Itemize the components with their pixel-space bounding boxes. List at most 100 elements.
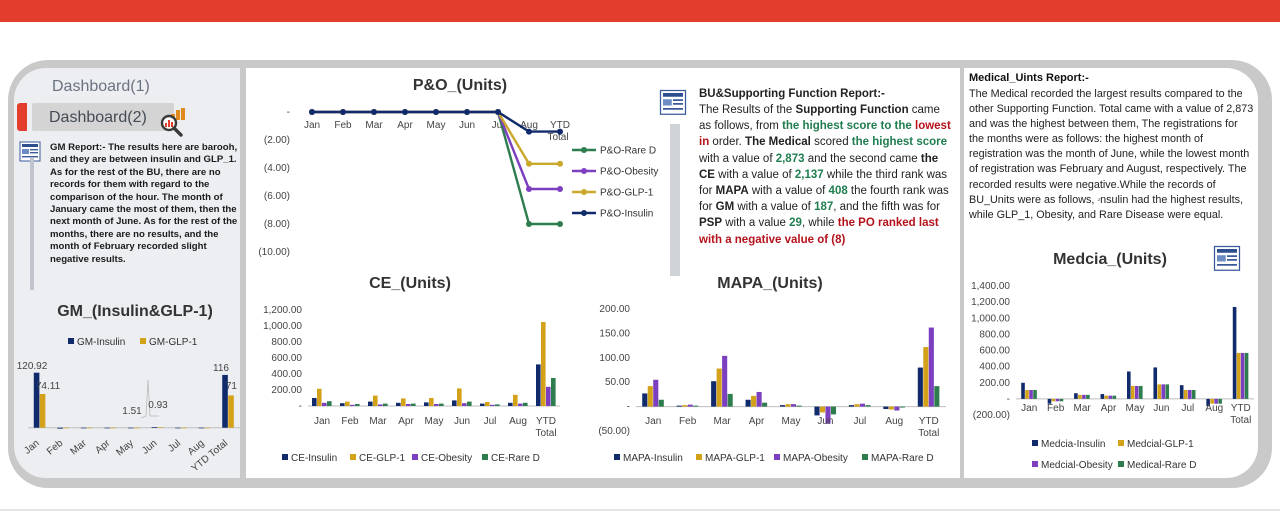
x-tick-label: Jan <box>304 120 320 131</box>
series-point <box>340 109 346 115</box>
x-tick-label: May <box>114 438 136 459</box>
x-tick-label: Aug <box>509 416 527 427</box>
bar <box>401 398 406 406</box>
bar <box>1236 352 1241 399</box>
annotation-leader <box>140 379 159 419</box>
x-tick-label: Mar <box>713 416 731 427</box>
bar <box>762 402 768 407</box>
po-line-chart: - (2.00) (4.00) (6.00) (8.00) (10.00) Jan Feb Ma… <box>258 107 658 258</box>
data-label: 116 <box>213 363 229 374</box>
legend-label: Medical-Rare D <box>1127 460 1196 471</box>
bar <box>452 400 457 406</box>
bar <box>457 388 462 406</box>
legend-swatch <box>614 454 620 460</box>
y-tick-label: 50.00 <box>605 377 630 388</box>
bar <box>1183 390 1188 399</box>
x-tick-label: Total <box>535 428 556 439</box>
y-tick-label: 600.00 <box>979 346 1010 357</box>
x-tick-label: Jun <box>454 416 470 427</box>
bar <box>383 403 388 406</box>
nav-dashboard-2[interactable]: Dashboard(2) <box>49 109 147 127</box>
y-tick-label: (10.00) <box>258 247 290 258</box>
bar <box>181 427 187 429</box>
legend-label: MAPA-Insulin <box>623 453 683 464</box>
top-banner <box>0 0 1280 22</box>
bar <box>1187 390 1192 399</box>
bar <box>373 395 378 406</box>
x-tick-label: YTD <box>919 416 939 427</box>
bar <box>86 427 93 429</box>
legend-swatch <box>774 454 780 460</box>
bar <box>322 402 327 406</box>
bar <box>327 401 332 406</box>
bar <box>396 402 401 406</box>
bar <box>653 379 659 407</box>
x-tick-label: Apr <box>1101 403 1117 414</box>
gm-report-text: GM Report:- The results here are barooh,… <box>50 142 238 265</box>
y-tick-label: 200.00 <box>271 385 302 396</box>
bar <box>899 406 905 408</box>
bar <box>411 403 416 406</box>
y-tick-label: 1,000.00 <box>971 313 1010 324</box>
bar <box>485 402 490 406</box>
series-point <box>557 186 563 192</box>
mapa-chart-title: MAPA_(Units) <box>717 275 823 292</box>
bar <box>923 347 929 407</box>
x-tick-label: Mar <box>369 416 387 427</box>
bar <box>682 405 688 407</box>
bar <box>434 404 439 406</box>
y-tick-label: 400.00 <box>979 362 1010 373</box>
legend-label: P&O-GLP-1 <box>600 188 654 199</box>
data-label: 74.11 <box>36 381 61 392</box>
mapa-bar-chart: 200.00 150.00 100.00 50.00 - (50.00) Jan Feb Mar… <box>598 304 946 464</box>
series-point <box>526 186 532 192</box>
bar <box>785 404 791 407</box>
series-point <box>402 109 408 115</box>
x-tick-label: Feb <box>334 120 352 131</box>
bar <box>63 427 69 429</box>
bar <box>523 402 528 406</box>
bar <box>780 405 786 407</box>
bar <box>1135 385 1139 399</box>
bar <box>546 386 551 406</box>
bar <box>128 427 134 429</box>
x-tick-label: Feb <box>45 438 66 458</box>
x-tick-label: Jun <box>459 120 475 131</box>
medical-chart-title: Medcia_(Units) <box>1053 251 1167 268</box>
bar <box>711 381 717 407</box>
gm-bar-chart: Jan Feb Mar Apr May Jun Jul AugYTD Total120.927… <box>17 337 240 474</box>
bar <box>429 398 434 406</box>
legend-label: CE-Rare D <box>491 453 540 464</box>
bar <box>175 427 181 429</box>
bar <box>462 403 467 406</box>
x-tick-label: YTD <box>1231 403 1251 414</box>
y-tick-label: (4.00) <box>264 163 290 174</box>
medical-report-text: The Medical recorded the largest results… <box>969 88 1254 221</box>
legend-marker <box>581 168 587 174</box>
bar <box>1161 384 1166 399</box>
bar <box>859 403 865 407</box>
legend-label: P&O-Obesity <box>600 167 658 178</box>
bar <box>490 404 495 406</box>
bar <box>204 427 211 429</box>
series-point <box>433 109 439 115</box>
nav-dashboard-1[interactable]: Dashboard(1) <box>52 78 150 96</box>
y-tick-label: 600.00 <box>271 353 302 364</box>
series-point <box>495 109 501 115</box>
bar <box>1139 385 1143 399</box>
bar <box>536 364 541 406</box>
ce-chart-title: CE_(Units) <box>369 275 451 292</box>
bar <box>865 405 871 407</box>
y-tick-label: 100.00 <box>599 353 630 364</box>
bar <box>928 327 934 407</box>
bar <box>934 386 940 407</box>
legend-label: CE-Insulin <box>291 453 337 464</box>
bar <box>312 398 317 406</box>
series-point <box>309 109 315 115</box>
bar <box>134 427 140 429</box>
x-tick-label: Jul <box>166 438 183 455</box>
bar <box>676 405 682 407</box>
legend-label: GM-GLP-1 <box>149 337 198 348</box>
bar <box>541 322 546 406</box>
y-tick-label: (2.00) <box>264 135 290 146</box>
